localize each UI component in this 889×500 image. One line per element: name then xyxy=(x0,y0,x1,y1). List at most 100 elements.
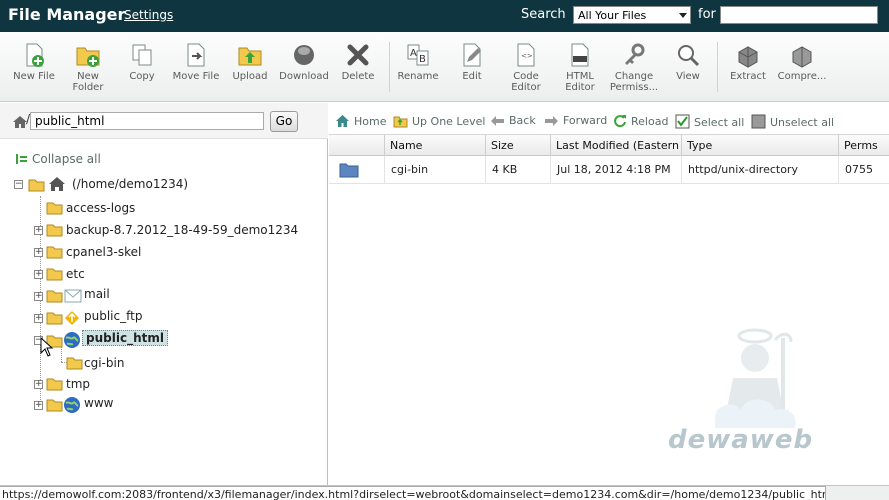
row-type: httpd/unix-directory xyxy=(681,156,838,184)
back-button[interactable]: Back xyxy=(490,114,536,127)
tree-root-label: (/home/demo1234) xyxy=(72,177,189,191)
view-label: View xyxy=(676,71,700,82)
reload-button[interactable]: Reload xyxy=(613,114,668,128)
copy-label: Copy xyxy=(129,71,155,82)
arrow-right-icon xyxy=(545,116,558,126)
home-icon xyxy=(49,177,65,191)
collapse-toggle-icon[interactable]: − xyxy=(14,180,23,189)
tree-root[interactable]: − (/home/demo1234) xyxy=(14,176,324,194)
folder-icon xyxy=(46,312,63,325)
edit-label: Edit xyxy=(462,71,482,82)
expand-toggle-icon[interactable]: + xyxy=(34,226,43,235)
expand-toggle-icon[interactable]: + xyxy=(34,380,43,389)
tree-item-label: public_html xyxy=(82,330,168,346)
delete-button[interactable]: Delete xyxy=(331,42,385,82)
select-all-label: Select all xyxy=(694,116,745,129)
table-row[interactable]: cgi-bin 4 KB Jul 18, 2012 4:18 PM httpd/… xyxy=(329,156,889,184)
tree-item-label: cpanel3-skel xyxy=(66,245,142,259)
code-editor-button[interactable]: <> Code Editor xyxy=(499,42,553,93)
compress-button[interactable]: Compre... xyxy=(775,42,829,82)
edit-icon xyxy=(463,43,481,67)
edit-button[interactable]: Edit xyxy=(445,42,499,82)
folder-icon xyxy=(339,163,359,178)
tree-item-access-logs[interactable]: access-logs xyxy=(34,200,324,218)
code-editor-label: Code Editor xyxy=(511,71,541,93)
tree-item-www[interactable]: + www xyxy=(34,395,324,413)
copy-button[interactable]: Copy xyxy=(115,42,169,82)
mouse-cursor-icon xyxy=(40,337,54,357)
expand-toggle-icon[interactable]: + xyxy=(34,248,43,257)
permissions-icon xyxy=(625,43,645,65)
view-button[interactable]: View xyxy=(661,42,715,82)
move-file-icon xyxy=(187,43,205,67)
folder-icon xyxy=(46,246,63,259)
search-scope-select[interactable]: All Your Files xyxy=(573,6,691,24)
tree-item-label: access-logs xyxy=(66,201,136,215)
change-permissions-button[interactable]: Change Permiss... xyxy=(607,42,661,93)
expand-toggle-icon[interactable]: + xyxy=(34,314,43,323)
tree-item-label: www xyxy=(84,396,114,410)
svg-text:<>: <> xyxy=(521,52,533,60)
path-bar: / public_html Go xyxy=(0,103,328,139)
row-name[interactable]: cgi-bin xyxy=(384,156,485,184)
tree-item-cgi-bin[interactable]: cgi-bin xyxy=(66,355,324,373)
upload-button[interactable]: Upload xyxy=(223,42,277,82)
new-file-label: New File xyxy=(13,71,55,82)
tree-item-etc[interactable]: + etc xyxy=(34,266,324,284)
go-button[interactable]: Go xyxy=(270,111,298,132)
collapse-all-link[interactable]: Collapse all xyxy=(14,152,101,166)
new-folder-button[interactable]: New Folder xyxy=(61,42,115,93)
tree-item-tmp[interactable]: + tmp xyxy=(34,376,324,394)
compress-icon xyxy=(792,46,812,68)
globe-icon xyxy=(64,332,80,348)
tree-item-cpanel3-skel[interactable]: + cpanel3-skel xyxy=(34,244,324,262)
column-header-last-modified[interactable]: Last Modified (Eastern Da xyxy=(550,135,681,156)
tree-item-label: backup-8.7.2012_18-49-59_demo1234 xyxy=(66,223,299,237)
for-label: for xyxy=(698,7,716,22)
extract-label: Extract xyxy=(730,71,766,82)
column-header-perms[interactable]: Perms xyxy=(838,135,889,156)
tree-item-public-ftp[interactable]: + public_ftp xyxy=(34,308,324,326)
folder-icon xyxy=(46,399,63,412)
settings-link[interactable]: Settings xyxy=(124,8,173,22)
column-header-type[interactable]: Type xyxy=(681,135,838,156)
unselect-all-button[interactable]: Unselect all xyxy=(751,114,834,129)
column-header-name[interactable]: Name xyxy=(384,135,485,156)
extract-button[interactable]: Extract xyxy=(721,42,775,82)
delete-icon xyxy=(347,44,369,66)
rename-button[interactable]: AB Rename xyxy=(391,42,445,82)
compress-label: Compre... xyxy=(777,71,827,82)
new-file-icon xyxy=(26,43,44,67)
tree-item-mail[interactable]: + mail xyxy=(34,286,324,304)
upload-label: Upload xyxy=(232,71,268,82)
svg-text:B: B xyxy=(419,54,426,65)
expand-toggle-icon[interactable]: + xyxy=(34,270,43,279)
home-nav-label: Home xyxy=(354,115,387,128)
move-file-button[interactable]: Move File xyxy=(169,42,223,82)
checkbox-empty-icon xyxy=(751,114,766,129)
up-one-level-button[interactable]: Up One Level xyxy=(393,114,485,128)
search-input[interactable] xyxy=(720,6,878,24)
forward-button[interactable]: Forward xyxy=(544,114,607,127)
new-file-button[interactable]: New File xyxy=(7,42,61,82)
folder-tree-pane: / public_html Go Collapse all − (/home/d… xyxy=(0,103,328,485)
tree-item-public-html[interactable]: − public_html xyxy=(34,330,324,348)
tree-item-backup[interactable]: + backup-8.7.2012_18-49-59_demo1234 xyxy=(34,222,324,240)
html-editor-icon xyxy=(571,43,589,67)
column-header-size[interactable]: Size xyxy=(485,135,550,156)
select-all-button[interactable]: Select all xyxy=(675,114,744,129)
mail-icon xyxy=(64,289,82,303)
folder-icon xyxy=(46,378,63,391)
expand-toggle-icon[interactable]: + xyxy=(34,292,43,301)
path-input[interactable]: public_html xyxy=(30,112,264,130)
download-button[interactable]: Download xyxy=(277,42,331,82)
back-label: Back xyxy=(509,114,536,127)
home-icon xyxy=(336,115,349,127)
chevron-down-icon xyxy=(679,13,687,18)
row-perms[interactable]: 0755 xyxy=(838,156,889,184)
html-editor-button[interactable]: HTML Editor xyxy=(553,42,607,93)
expand-toggle-icon[interactable]: + xyxy=(34,401,43,410)
status-url: https://demowolf.com:2083/frontend/x3/fi… xyxy=(0,486,826,500)
home-nav-button[interactable]: Home xyxy=(335,114,386,128)
move-file-label: Move File xyxy=(172,71,220,82)
